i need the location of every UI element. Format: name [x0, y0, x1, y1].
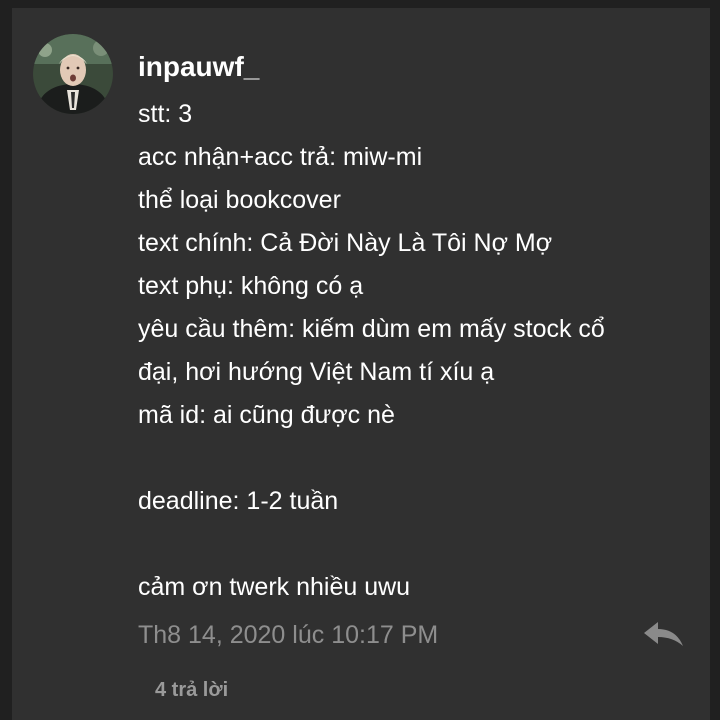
- comment-line: stt: 3: [138, 100, 193, 128]
- timestamp: Th8 14, 2020 lúc 10:17 PM: [138, 621, 439, 649]
- comment-line: text chính: Cả Đời Này Là Tôi Nợ Mợ: [138, 229, 553, 257]
- avatar[interactable]: [33, 34, 113, 114]
- app-background: inpauwf_ stt: 3 acc nhận+acc trả: miw-mi…: [0, 0, 720, 720]
- comment-line: deadline: 1-2 tuần: [138, 487, 339, 515]
- reply-arrow-icon: [644, 622, 683, 646]
- reply-button[interactable]: [640, 619, 686, 651]
- username[interactable]: inpauwf_: [138, 50, 259, 84]
- comment-body: stt: 3 acc nhận+acc trả: miw-mi thể loại…: [138, 96, 698, 612]
- comment-line: yêu cầu thêm: kiếm dùm em mấy stock cổ: [138, 315, 605, 343]
- comment-line-blank: [138, 526, 698, 569]
- comment-line-blank: [138, 440, 698, 483]
- comment-line: đại, hơi hướng Việt Nam tí xíu ạ: [138, 358, 495, 386]
- comment-line: text phụ: không có ạ: [138, 272, 364, 300]
- comment-line: cảm ơn twerk nhiều uwu: [138, 573, 411, 601]
- replies-count-link[interactable]: 4 trả lời: [155, 676, 228, 704]
- comment-line: acc nhận+acc trả: miw-mi: [138, 143, 423, 171]
- comment-line: mã id: ai cũng được nè: [138, 401, 395, 429]
- avatar-photo: [33, 34, 113, 114]
- comment-line: thể loại bookcover: [138, 186, 341, 214]
